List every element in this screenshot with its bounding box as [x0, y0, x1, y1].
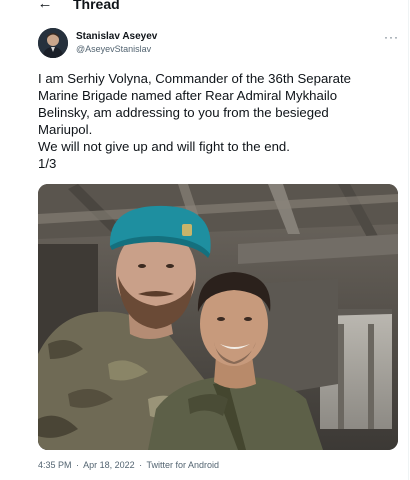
- tweet-source: Twitter for Android: [146, 460, 220, 470]
- tweet-text-line: Belinsky, am addressing to you from the …: [38, 105, 329, 120]
- thread-page: ← Thread Stanislav Aseyev @AseyevStanisl…: [0, 0, 410, 480]
- back-button[interactable]: ←: [36, 0, 54, 12]
- author-handle[interactable]: @AseyevStanislav: [76, 44, 151, 54]
- thread-header: ← Thread: [0, 0, 410, 14]
- more-options-button[interactable]: ···: [384, 30, 399, 44]
- tweet-text-line: We will not give up and will fight to th…: [38, 139, 290, 154]
- tweet-time[interactable]: 4:35 PM: [38, 460, 72, 470]
- tweet-text-line: I am Serhiy Volyna, Commander of the 36t…: [38, 71, 352, 86]
- selfie-photo: [38, 184, 398, 450]
- avatar-image: [38, 28, 68, 58]
- tweet-photo[interactable]: [38, 184, 398, 450]
- author-name[interactable]: Stanislav Aseyev: [76, 31, 157, 42]
- arrow-left-icon: ←: [37, 0, 53, 12]
- tweet-text: I am Serhiy Volyna, Commander of the 36t…: [38, 70, 400, 172]
- tweet-text-line: Mariupol.: [38, 122, 93, 137]
- tweet-meta: 4:35 PM · Apr 18, 2022 · Twitter for And…: [38, 460, 221, 470]
- meta-separator: ·: [139, 460, 143, 470]
- tweet-text-line: 1/3: [38, 156, 57, 171]
- avatar[interactable]: [38, 28, 68, 58]
- tweet-text-line: Marine Brigade named after Rear Admiral …: [38, 88, 338, 103]
- tweet-date[interactable]: Apr 18, 2022: [83, 460, 135, 470]
- column-divider: [408, 0, 409, 480]
- meta-separator: ·: [76, 460, 80, 470]
- page-title: Thread: [73, 0, 120, 12]
- more-horizontal-icon: ···: [384, 30, 399, 44]
